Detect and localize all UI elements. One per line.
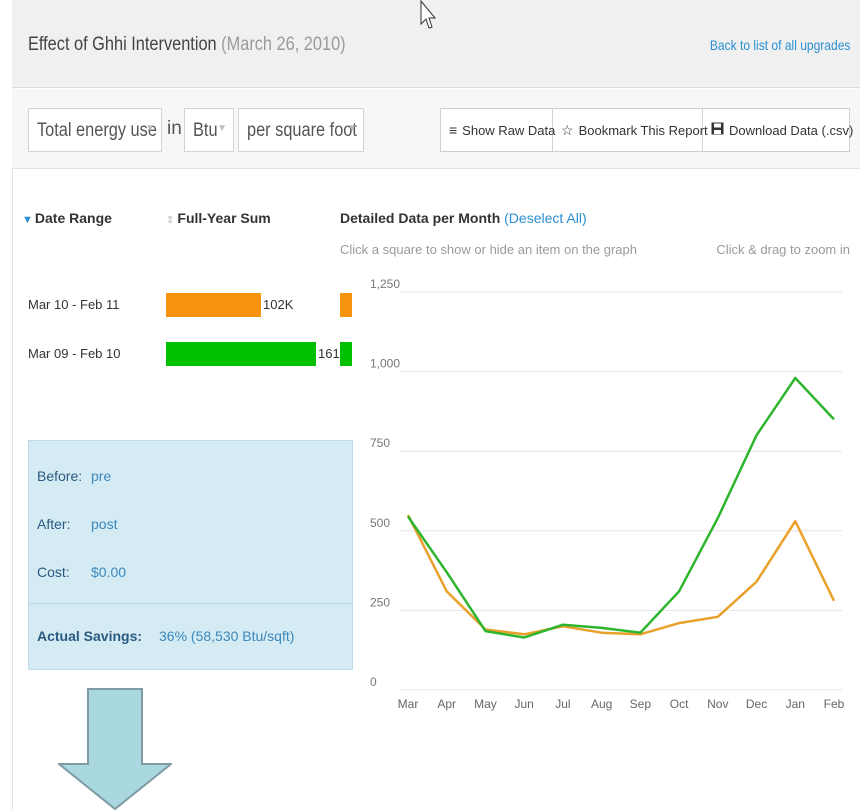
y-tick-label: 0 [370, 675, 377, 689]
mouse-cursor-icon [420, 0, 436, 29]
download-label: Download Data (.csv) [729, 122, 854, 138]
cost-key: Cost: [37, 564, 70, 580]
x-tick-label: Oct [670, 697, 689, 711]
date-range-row-1: Mar 09 - Feb 10 [28, 346, 121, 361]
full-year-sum-header-label: Full-Year Sum [177, 210, 271, 226]
y-tick-label: 250 [370, 595, 390, 609]
toggle-hint: Click a square to show or hide an item o… [340, 242, 638, 257]
metric-caret-icon: ▼ [145, 123, 155, 134]
full-year-sum-bar [166, 342, 316, 366]
deselect-all-link[interactable]: (Deselect All) [504, 210, 586, 226]
x-tick-label: May [474, 697, 497, 711]
bookmark-report-button[interactable]: ☆ Bookmark This Report [553, 109, 708, 151]
download-data-button[interactable]: Download Data (.csv) [703, 109, 853, 151]
x-tick-label: Nov [707, 697, 728, 711]
intervention-info-box: Before: pre After: post Cost: $0.00 Actual … [28, 440, 353, 670]
info-divider [29, 603, 352, 604]
before-value: pre [91, 468, 112, 484]
normalization-select-value: per square foot [247, 120, 357, 141]
back-to-upgrades-link[interactable]: Back to list of all upgrades [709, 37, 850, 53]
series-line [406, 514, 836, 636]
date-range-row-0: Mar 10 - Feb 11 [28, 297, 120, 312]
full-year-sum-bar [166, 293, 261, 317]
before-row: Before: pre [37, 468, 111, 484]
series-toggle-square[interactable] [340, 342, 352, 366]
actual-savings-value: 36% (58,530 Btu/sqft) [159, 628, 295, 644]
detailed-data-header-label: Detailed Data per Month [340, 210, 501, 226]
after-value: post [91, 516, 118, 532]
y-tick-label: 750 [370, 436, 390, 450]
x-tick-label: Mar [398, 697, 419, 711]
date-range-header[interactable]: ▼ Date Range [22, 210, 112, 226]
x-tick-label: Aug [591, 697, 612, 711]
cost-row: Cost: $0.00 [37, 564, 126, 580]
zoom-hint: Click & drag to zoom in [716, 242, 850, 257]
sort-desc-icon: ▼ [22, 214, 33, 226]
x-tick-label: Feb [824, 697, 845, 711]
unit-select[interactable]: Btu ▼ [184, 108, 234, 152]
series-line [406, 376, 835, 639]
x-tick-label: Sep [630, 697, 652, 711]
metric-select[interactable]: Total energy use ▼ [28, 108, 162, 152]
in-label: in [167, 118, 182, 139]
sort-toggle-icon: ⇕ [166, 215, 175, 226]
title-date: (March 26, 2010) [221, 34, 346, 55]
metric-select-value: Total energy use [37, 120, 157, 141]
detailed-data-header: Detailed Data per Month (Deselect All) [340, 210, 587, 226]
date-range-header-label: Date Range [34, 210, 112, 226]
y-tick-label: 1,000 [370, 357, 400, 371]
before-key: Before: [37, 468, 83, 484]
x-tick-label: Apr [437, 697, 456, 711]
cost-value: $0.00 [91, 564, 127, 580]
x-tick-label: Jul [555, 697, 570, 711]
page-title: Effect of Ghhi Intervention (March 26, 2… [28, 34, 346, 56]
floppy-disk-icon [711, 122, 724, 138]
normalization-select[interactable]: per square foot ▼ [238, 108, 364, 152]
title-text: Effect of Ghhi Intervention [28, 34, 217, 55]
y-tick-label: 500 [370, 516, 390, 530]
full-year-sum-header[interactable]: ⇕ Full-Year Sum [166, 210, 271, 226]
show-raw-data-button[interactable]: ≡ Show Raw Data [441, 109, 556, 151]
x-tick-label: Dec [746, 697, 767, 711]
x-tick-label: Jan [786, 697, 805, 711]
series-toggle-square[interactable] [340, 293, 352, 317]
monthly-energy-chart[interactable]: 0 250 500 750 1,000 1,250 Mar Apr May Jun Jul Aug Se… [360, 270, 850, 720]
report-actions: ≡ Show Raw Data ☆ Bookmark This Report D… [440, 108, 853, 152]
y-tick-label: 1,250 [370, 277, 400, 291]
after-row: After: post [37, 516, 117, 532]
after-key: After: [37, 516, 71, 532]
unit-select-value: Btu [193, 120, 218, 141]
bookmark-label: Bookmark This Report [578, 122, 708, 138]
list-icon: ≡ [449, 122, 458, 138]
normalization-caret-icon: ▼ [347, 123, 357, 134]
star-icon: ☆ [561, 121, 574, 138]
show-raw-data-label: Show Raw Data [462, 122, 556, 138]
down-arrow-graphic [58, 688, 172, 810]
full-year-sum-value: 102K [263, 297, 294, 312]
actual-savings-key: Actual Savings: [37, 628, 143, 644]
x-tick-label: Jun [515, 697, 534, 711]
unit-caret-icon: ▼ [217, 123, 227, 134]
